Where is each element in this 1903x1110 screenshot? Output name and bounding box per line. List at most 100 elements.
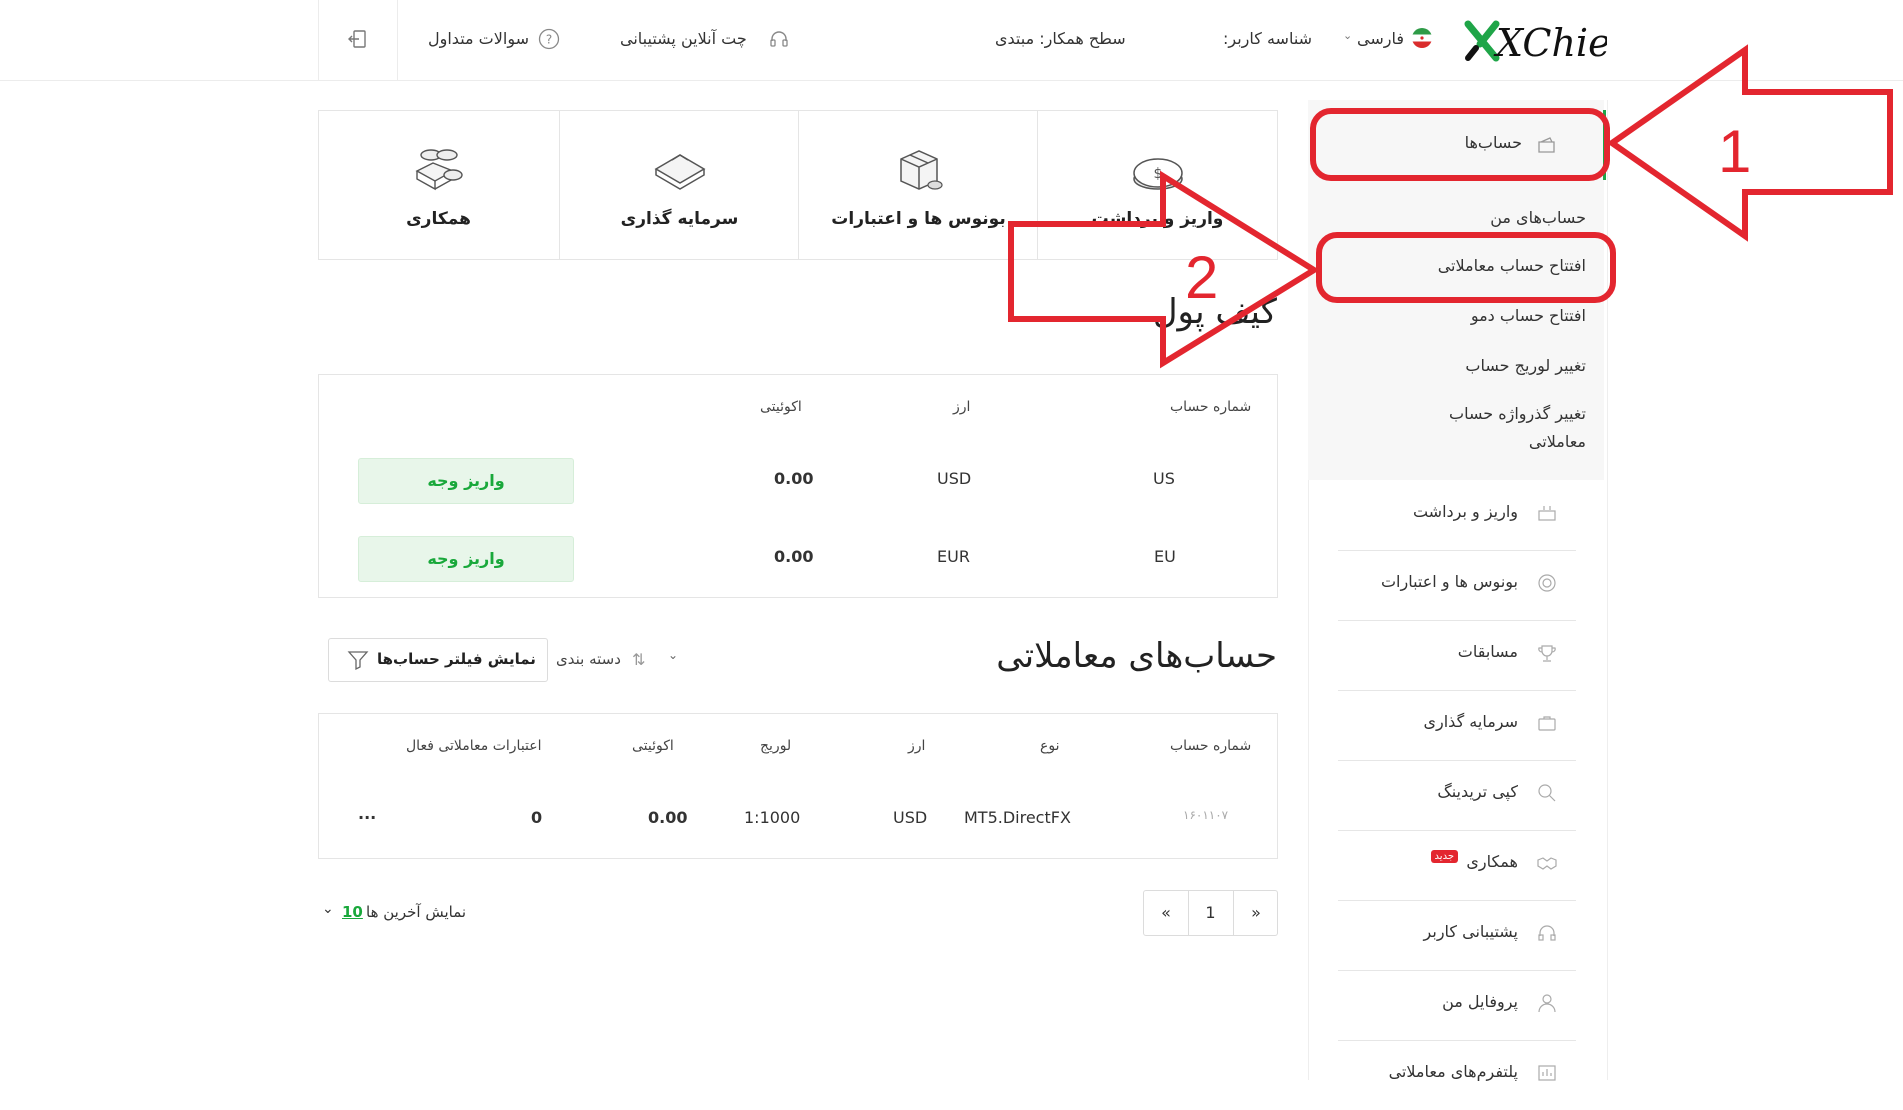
faq-label: سوالات متداول [428,29,529,48]
tile-label: همکاری [406,209,471,229]
sidebar-item-label: حساب‌ها [1464,133,1522,152]
pager-prev-button[interactable]: « [1144,891,1189,935]
sidebar-item-profile[interactable]: پروفایل من [1338,970,1576,1041]
sidebar-item-label: سرمایه گذاری [1423,712,1518,731]
logo-text: XChief [1493,21,1607,65]
submenu-change-leverage[interactable]: تغییر لوریج حساب [1465,356,1586,375]
wallet-cell-currency: EUR [937,547,970,566]
submenu-open-trading-account[interactable]: افتتاح حساب معاملاتی [1438,256,1586,275]
sidebar-item-label: همکاری [1466,852,1518,871]
deposit-icon [1538,506,1556,521]
wallet-cell-equity: 0.00 [774,547,814,566]
faq-link[interactable]: سوالات متداول ? [428,28,568,52]
bonus-icon [1538,574,1556,592]
sidebar-item-support[interactable]: پشتیبانی کاربر [1338,900,1576,971]
trading-cell-currency: USD [893,808,928,827]
show-last-selector[interactable]: ⌄ 10 نمایش آخرین ها [322,901,482,925]
pagination: « 1 » [1143,890,1278,936]
sidebar-item-label: واریز و برداشت [1412,502,1518,521]
sidebar-item-investment[interactable]: سرمایه گذاری [1338,690,1576,761]
trophy-icon [1538,645,1556,662]
wallet-cell-account: US [1153,469,1175,488]
tile-label: واریز و برداشت [1091,209,1224,229]
logout-icon[interactable] [347,28,369,50]
user-icon [1538,994,1556,1013]
trading-accounts-table [318,713,1278,859]
tile-investment[interactable]: سرمایه گذاری [559,111,799,259]
sidebar-item-competitions[interactable]: مسابقات [1338,620,1576,691]
deposit-button[interactable]: واریز وجه [358,458,574,504]
filter-funnel-icon [347,651,369,671]
sidebar-item-accounts[interactable]: حساب‌ها [1338,120,1576,170]
annotation-number-one: 1 [1718,118,1751,185]
trading-cell-leverage: 1:1000 [744,808,801,827]
deposit-button[interactable]: واریز وجه [358,536,574,582]
submenu-my-accounts[interactable]: حساب‌های من [1490,208,1586,227]
xchief-logo[interactable]: XChief [1462,14,1631,66]
sidebar-item-label: بونوس ها و اعتبارات [1380,572,1518,591]
wallet-header-equity: اکوئیتی [760,399,802,415]
handshake-icon [1537,857,1557,870]
submenu-change-password[interactable]: تغییر گذرواژه حساب [1449,404,1586,423]
platform-chart-icon [1538,1065,1556,1081]
gift-box-icon [900,150,943,190]
trading-accounts-title: حساب‌های معاملاتی [996,636,1277,676]
trading-header-type: نوع [1040,738,1060,754]
tile-bonuses[interactable]: بونوس ها و اعتبارات [798,111,1038,259]
more-options-button[interactable]: ... [358,804,376,823]
trading-header-account: شماره حساب [1170,738,1252,754]
sidebar-item-copy-trading[interactable]: کپی تریدینگ [1338,760,1576,831]
sidebar-item-label: پشتیبانی کاربر [1423,922,1518,941]
headset-icon [1538,925,1556,941]
header-divider [397,0,398,80]
chevron-down-icon: ⌄ [322,901,334,917]
sort-dropdown[interactable]: ⌄ ⇅ دسته بندی [556,648,686,672]
language-label: فارسی [1357,29,1404,48]
live-chat-link[interactable]: چت آنلاین پشتیبانی [620,28,792,52]
copy-trading-icon [1538,784,1556,802]
trading-cell-equity: 0.00 [648,808,688,827]
chevron-down-icon: ⌄ [668,648,679,662]
top-header: سوالات متداول ? چت آنلاین پشتیبانی سطح ه… [0,0,1903,81]
tile-deposit-withdraw[interactable]: $ واریز و برداشت [1037,111,1277,259]
show-filter-button[interactable]: نمایش فیلتر حساب‌ها [328,638,548,682]
wallet-cell-currency: USD [937,469,972,488]
header-divider [318,0,319,80]
submenu-open-demo-account[interactable]: افتتاح حساب دمو [1471,306,1586,325]
user-id-label: شناسه کاربر: [1223,29,1313,48]
tile-label: بونوس ها و اعتبارات [831,209,1006,229]
coin-icon: $ [1133,158,1183,190]
sidebar-item-label: پلتفرم‌های معاملاتی [1388,1062,1518,1081]
tile-partnership[interactable]: همکاری [319,111,558,259]
tile-label: سرمایه گذاری [620,209,739,229]
filter-label: نمایش فیلتر حساب‌ها [377,650,536,668]
trading-header-equity: اکوئیتی [632,738,674,754]
chevron-down-icon: ⌄ [1343,29,1353,42]
live-chat-label: چت آنلاین پشتیبانی [620,29,747,48]
headset-icon [770,31,788,47]
sidebar-item-deposit-withdraw[interactable]: واریز و برداشت [1338,480,1576,551]
briefcase-icon [654,154,706,190]
submenu-change-password-line2[interactable]: معاملاتی [1529,432,1586,451]
language-selector[interactable]: ⌄ فارسی [1343,26,1438,52]
new-badge: جدید [1430,850,1458,863]
sidebar-item-platforms[interactable]: پلتفرم‌های معاملاتی [1338,1040,1576,1110]
trading-header-credits: اعتبارات معاملاتی فعال [406,738,542,754]
question-circle-icon: ? [538,28,560,50]
sidebar-item-bonuses[interactable]: بونوس ها و اعتبارات [1338,550,1576,621]
sidebar-item-label: پروفایل من [1442,992,1518,1011]
sidebar-item-label: کپی تریدینگ [1437,782,1518,801]
show-last-count: 10 [342,903,363,921]
active-indicator [1603,110,1606,180]
quick-actions: $ واریز و برداشت بونوس ها و اعتبارات سرم… [318,110,1278,260]
wallet-cell-account: EU [1154,547,1176,566]
sidebar-item-partnership[interactable]: همکاری جدید [1338,830,1576,901]
trading-cell-credits: 0 [531,808,543,827]
pager-next-button[interactable]: » [1233,891,1278,935]
iran-flag-icon [1412,28,1432,48]
pager-page-button[interactable]: 1 [1189,891,1232,935]
coins-stack-icon [415,149,463,191]
trading-cell-account[interactable]: ۱۶۰۱۱۰۷ [1183,808,1228,822]
show-last-label: نمایش آخرین ها [366,903,467,921]
trading-cell-type: MT5.DirectFX [964,808,1071,827]
